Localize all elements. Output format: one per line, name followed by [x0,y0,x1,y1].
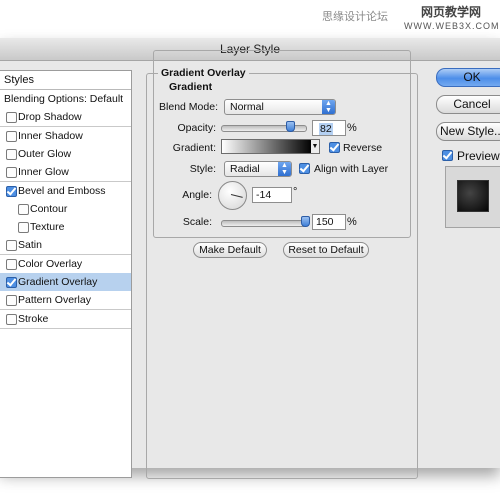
blend-mode-label: Blend Mode: [159,101,218,113]
styles-list: Styles Blending Options: Default Drop Sha… [0,70,132,478]
align-with-layer-checkbox[interactable] [299,163,310,174]
style-checkbox[interactable] [6,313,17,325]
angle-value: -14 [256,189,272,201]
style-value: Radial [230,163,260,175]
ok-button[interactable]: OK [436,68,500,87]
select-arrows-icon: ▲ ▼ [322,100,335,114]
style-checkbox[interactable] [6,112,17,124]
style-checkbox[interactable] [6,185,17,197]
styles-list-item-label: Contour [30,202,68,215]
style-checkbox[interactable] [18,203,29,215]
opacity-percent: % [347,122,357,134]
cancel-button[interactable]: Cancel [436,95,500,114]
reset-to-default-button[interactable]: Reset to Default [283,242,369,258]
blend-mode-value: Normal [230,101,264,113]
watermark-logo: 网页教学网 WWW.WEB3X.COM [404,3,500,31]
styles-list-item[interactable]: Inner Shadow [0,126,131,146]
styles-list-item-label: Satin [18,239,42,252]
styles-list-item[interactable]: Contour [0,199,131,219]
styles-list-item[interactable]: Bevel and Emboss [0,181,131,201]
styles-list-item[interactable]: Inner Glow [0,163,131,183]
gradient-dropdown-icon[interactable]: ▼ [311,139,320,154]
styles-list-item-label: Color Overlay [18,257,83,270]
scale-label: Scale: [182,216,212,228]
make-default-button[interactable]: Make Default [193,242,267,258]
styles-list-item[interactable]: Drop Shadow [0,108,131,128]
angle-input[interactable]: -14 [252,187,292,203]
styles-list-item-label: Bevel and Emboss [18,184,106,197]
style-checkbox[interactable] [18,222,29,234]
degree-sign: ° [293,186,298,198]
styles-header-label: Styles [4,74,34,86]
style-select[interactable]: Radial ▲ ▼ [224,161,292,177]
styles-list-item-label: Pattern Overlay [18,294,91,307]
styles-list-item-label: Texture [30,221,65,234]
angle-label: Angle: [182,189,212,201]
style-checkbox[interactable] [6,258,17,270]
styles-list-item[interactable]: Stroke [0,309,131,329]
gradient-label: Gradient: [172,142,216,154]
scale-slider-handle[interactable] [301,216,310,227]
gradient-subgroup-title: Gradient [166,81,216,93]
reverse-label: Reverse [343,142,383,154]
scale-percent: % [347,216,357,228]
styles-list-item[interactable]: Gradient Overlay [0,273,131,292]
styles-list-item[interactable]: Color Overlay [0,254,131,274]
styles-list-item-label: Inner Shadow [18,129,83,142]
preview-label: Preview [457,149,500,163]
styles-list-item[interactable]: Pattern Overlay [0,291,131,311]
styles-list-item[interactable]: Texture [0,218,131,238]
scale-value: 150 [316,216,334,228]
watermark-url: WWW.WEB3X.COM [404,21,500,31]
styles-list-item-label: Drop Shadow [18,111,82,124]
reverse-checkbox[interactable] [329,142,340,153]
select-arrows-icon: ▲ ▼ [278,162,291,176]
scale-input[interactable]: 150 [312,214,346,230]
styles-list-item[interactable]: Outer Glow [0,144,131,164]
style-label: Style: [189,163,216,175]
opacity-value: 82 [319,123,333,135]
scale-slider[interactable] [221,220,307,227]
styles-list-item[interactable]: Blending Options: Default [0,90,131,109]
new-style-button[interactable]: New Style... [436,122,500,141]
style-checkbox[interactable] [6,148,17,160]
preview-swatch [457,180,489,212]
styles-list-header: Styles [0,71,131,90]
styles-list-item-label: Inner Glow [18,166,69,179]
styles-list-item-label: Stroke [18,312,49,325]
watermark-title: 网页教学网 [420,5,481,19]
opacity-input[interactable]: 82 [312,120,346,136]
opacity-label: Opacity: [177,122,216,134]
style-checkbox[interactable] [6,295,17,307]
style-checkbox[interactable] [6,277,17,288]
styles-list-item-label: Gradient Overlay [18,276,98,288]
opacity-slider-handle[interactable] [285,121,295,132]
styles-list-item-label: Blending Options: Default [4,93,124,105]
preview-checkbox[interactable] [442,150,453,161]
watermark-left-text: 思缘设计论坛 [322,11,388,23]
blend-mode-select[interactable]: Normal ▲ ▼ [224,99,336,115]
style-checkbox[interactable] [6,240,17,252]
style-checkbox[interactable] [6,130,17,142]
watermark-bar: 思缘设计论坛 网页教学网 WWW.WEB3X.COM [0,0,500,31]
style-checkbox[interactable] [6,167,17,179]
styles-list-item-label: Outer Glow [18,147,72,160]
align-with-layer-label: Align with Layer [314,163,389,175]
styles-list-item[interactable]: Satin [0,236,131,256]
gradient-picker[interactable] [221,139,313,154]
